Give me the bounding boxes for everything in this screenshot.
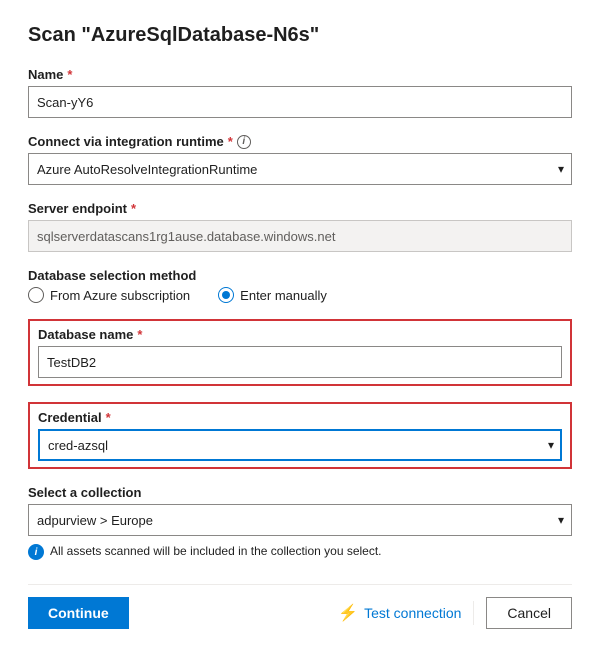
footer-right: ⚡ Test connection Cancel <box>338 597 572 629</box>
required-star-cred: * <box>106 410 111 425</box>
radio-option-manual[interactable]: Enter manually <box>218 287 327 303</box>
name-input[interactable] <box>28 86 572 118</box>
runtime-field-group: Connect via integration runtime * i Azur… <box>28 134 572 185</box>
name-label: Name * <box>28 67 572 82</box>
server-endpoint-input <box>28 220 572 252</box>
db-selection-field-group: Database selection method From Azure sub… <box>28 268 572 303</box>
db-name-input[interactable] <box>38 346 562 378</box>
required-star: * <box>67 67 72 82</box>
db-selection-radio-group: From Azure subscription Enter manually <box>28 287 572 303</box>
radio-manual-circle <box>218 287 234 303</box>
footer-divider <box>473 601 474 625</box>
name-field-group: Name * <box>28 67 572 118</box>
runtime-select-wrapper: Azure AutoResolveIntegrationRuntime ▾ <box>28 153 572 185</box>
radio-option-azure[interactable]: From Azure subscription <box>28 287 190 303</box>
collection-field-group: Select a collection adpurview > Europe ▾… <box>28 485 572 560</box>
credential-label: Credential * <box>38 410 562 425</box>
collection-select[interactable]: adpurview > Europe <box>28 504 572 536</box>
runtime-label: Connect via integration runtime * i <box>28 134 572 149</box>
db-name-label: Database name * <box>38 327 562 342</box>
credential-select-wrapper: cred-azsql ▾ <box>38 429 562 461</box>
required-star-server: * <box>131 201 136 216</box>
required-star-db: * <box>137 327 142 342</box>
server-endpoint-label: Server endpoint * <box>28 201 572 216</box>
collection-label: Select a collection <box>28 485 572 500</box>
test-connection-label: Test connection <box>364 605 461 621</box>
page-title: Scan "AzureSqlDatabase-N6s" <box>28 24 572 47</box>
runtime-select[interactable]: Azure AutoResolveIntegrationRuntime <box>28 153 572 185</box>
continue-button[interactable]: Continue <box>28 597 129 629</box>
db-selection-label: Database selection method <box>28 268 572 283</box>
test-connection-icon: ⚡ <box>338 603 358 623</box>
db-name-highlighted-group: Database name * <box>28 319 572 386</box>
footer: Continue ⚡ Test connection Cancel <box>28 584 572 629</box>
collection-select-wrapper: adpurview > Europe ▾ <box>28 504 572 536</box>
credential-select[interactable]: cred-azsql <box>38 429 562 461</box>
radio-azure-label: From Azure subscription <box>50 288 190 303</box>
radio-manual-label: Enter manually <box>240 288 327 303</box>
radio-azure-circle <box>28 287 44 303</box>
credential-highlighted-group: Credential * cred-azsql ▾ <box>28 402 572 469</box>
required-star-runtime: * <box>228 134 233 149</box>
collection-info-text: All assets scanned will be included in t… <box>50 544 382 558</box>
runtime-info-icon[interactable]: i <box>237 135 251 149</box>
test-connection-button[interactable]: ⚡ Test connection <box>338 603 461 623</box>
collection-info: i All assets scanned will be included in… <box>28 544 572 560</box>
cancel-button[interactable]: Cancel <box>486 597 572 629</box>
server-endpoint-field-group: Server endpoint * <box>28 201 572 252</box>
collection-info-icon: i <box>28 544 44 560</box>
